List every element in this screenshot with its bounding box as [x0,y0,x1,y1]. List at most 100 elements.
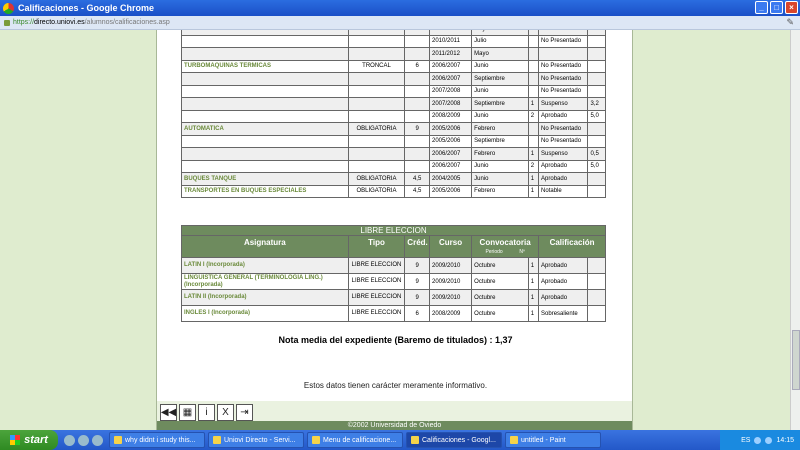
taskbar-item[interactable]: Uniovi Directo - Servi... [208,432,304,448]
cell-cred [404,97,430,111]
taskbar-item[interactable]: untitled - Paint [505,432,601,448]
cell-tipo [347,134,406,148]
grade-row: AUTOMATICA OBLIGATORIA 9 2005/2006 Febrero No… [181,122,606,136]
cell-conv: Octubre [471,257,529,274]
cell-curso: 2006/2007 [428,59,473,73]
chrome-icon [411,436,419,444]
cell-calif: No Presentado [538,134,589,148]
cell-curso: 2007/2008 [428,84,473,98]
cell-curso: 2005/2006 [428,134,473,148]
network-icon[interactable] [754,436,762,444]
cell-nota [587,257,606,274]
wrench-icon[interactable]: ✎ [786,17,794,28]
back-icon[interactable]: ◀◀ [160,403,177,421]
cell-tipo [347,34,406,48]
cell-cred [404,84,430,98]
col-tipo: Tipo [347,235,406,258]
cell-subject: LATIN I (Incorporada) [181,257,349,274]
cell-nota [587,184,606,198]
cell-num: 1 [527,147,540,161]
cell-subject [181,109,349,123]
cell-num [527,84,540,98]
chrome-icon [3,2,14,14]
cell-num [527,59,540,73]
cell-tipo [347,47,406,61]
cell-curso: 2007/2008 [428,97,473,111]
media-quicklaunch-icon[interactable] [92,434,103,446]
cell-subject: BUQUES TANQUE [181,172,349,186]
cell-tipo: OBLIGATORIA [347,172,406,186]
cell-subject: TURBOMAQUINAS TERMICAS [181,59,349,73]
cell-cred [404,72,430,86]
cell-calif: Aprobado [538,273,589,290]
cell-conv: Octubre [471,305,529,322]
cell-tipo [347,72,406,86]
grade-row: 2006/2007 Junio 2 Aprobado 5,0 [181,159,606,173]
cell-calif: Aprobado [538,159,589,173]
window-titlebar: Calificaciones - Google Chrome _ □ × [0,0,800,16]
grade-row: TURBOMAQUINAS TERMICAS TRONCAL 6 2006/2007 J… [181,59,606,73]
page-viewport: 2010/2011MayoNo Presentado2010/2011Julio… [0,30,800,430]
col-convocatoria-sub: Periodo Nº [474,249,536,255]
cell-calif: No Presentado [538,72,589,86]
cell-conv: Febrero [471,122,529,136]
exit-icon[interactable]: ⇥ [236,403,253,421]
cell-tipo: LIBRE ELECCION [347,289,406,306]
cell-tipo [347,84,406,98]
grades-table: 2010/2011MayoNo Presentado2010/2011Julio… [181,30,606,198]
close-icon[interactable]: X [217,403,234,421]
cell-subject: LATIN II (Incorporada) [181,289,349,306]
cell-cred: 4,5 [404,172,430,186]
cell-calif: No Presentado [538,84,589,98]
info-text: Estos datos tienen carácter meramente in… [303,381,488,390]
cell-conv: Junio [471,159,529,173]
grade-row: BUQUES TANQUE OBLIGATORIA 4,5 2004/2005 Juni… [181,172,606,186]
start-button[interactable]: start [0,430,58,450]
cell-calif: Aprobado [538,289,589,306]
bulk-icon[interactable]: ▦ [179,403,196,421]
cell-conv: Octubre [471,289,529,306]
chrome-icon [312,436,320,444]
cell-subject [181,159,349,173]
cell-subject [181,72,349,86]
taskbar-item[interactable]: Menu de calificacione... [307,432,403,448]
cell-conv: Febrero [471,147,529,161]
url-scheme: https:// [13,19,35,26]
col-numero: Nº [519,249,525,255]
info-icon[interactable]: i [198,403,215,421]
taskbar-item[interactable]: why didnt i study this... [109,432,205,448]
close-window-button[interactable]: × [785,1,798,14]
libre-row: LATIN II (Incorporada) LIBRE ELECCION 9 200… [181,289,606,306]
scrollbar-thumb[interactable] [792,330,800,390]
cell-nota [587,172,606,186]
volume-icon[interactable] [765,436,773,444]
cell-conv: Septiembre [471,97,529,111]
col-asignatura: Asignatura [181,235,349,258]
ie-quicklaunch-icon[interactable] [78,434,89,446]
window-controls: _ □ × [755,1,798,14]
chrome-quicklaunch-icon[interactable] [64,434,75,446]
cell-conv: Julio [471,34,529,48]
vertical-scrollbar[interactable] [790,30,800,430]
cell-nota [587,84,606,98]
address-bar[interactable]: https:// directo.uniovi.es /alumnos/cali… [0,16,800,30]
cell-num: 1 [527,305,540,322]
cell-nota: 5,0 [587,109,606,123]
taskbar-item-active[interactable]: Calificaciones - Googl... [406,432,502,448]
col-periodo: Periodo [485,249,503,255]
language-indicator[interactable]: ES [741,437,750,444]
cell-curso: 2006/2007 [428,72,473,86]
cell-nota [587,34,606,48]
cell-cred: 6 [404,59,430,73]
maximize-button[interactable]: □ [770,1,783,14]
grade-row: 2007/2008 Septiembre 1 Suspenso 3,2 [181,97,606,111]
quick-launch [64,434,103,446]
cell-conv: Junio [471,172,529,186]
cell-num: 2 [527,159,540,173]
grade-row: TRANSPORTES EN BUQUES ESPECIALES OBLIGATO… [181,184,606,198]
cell-num: 1 [527,273,540,290]
cell-tipo: LIBRE ELECCION [347,257,406,274]
minimize-button[interactable]: _ [755,1,768,14]
cell-cred: 9 [404,273,430,290]
cell-calif [538,47,589,61]
